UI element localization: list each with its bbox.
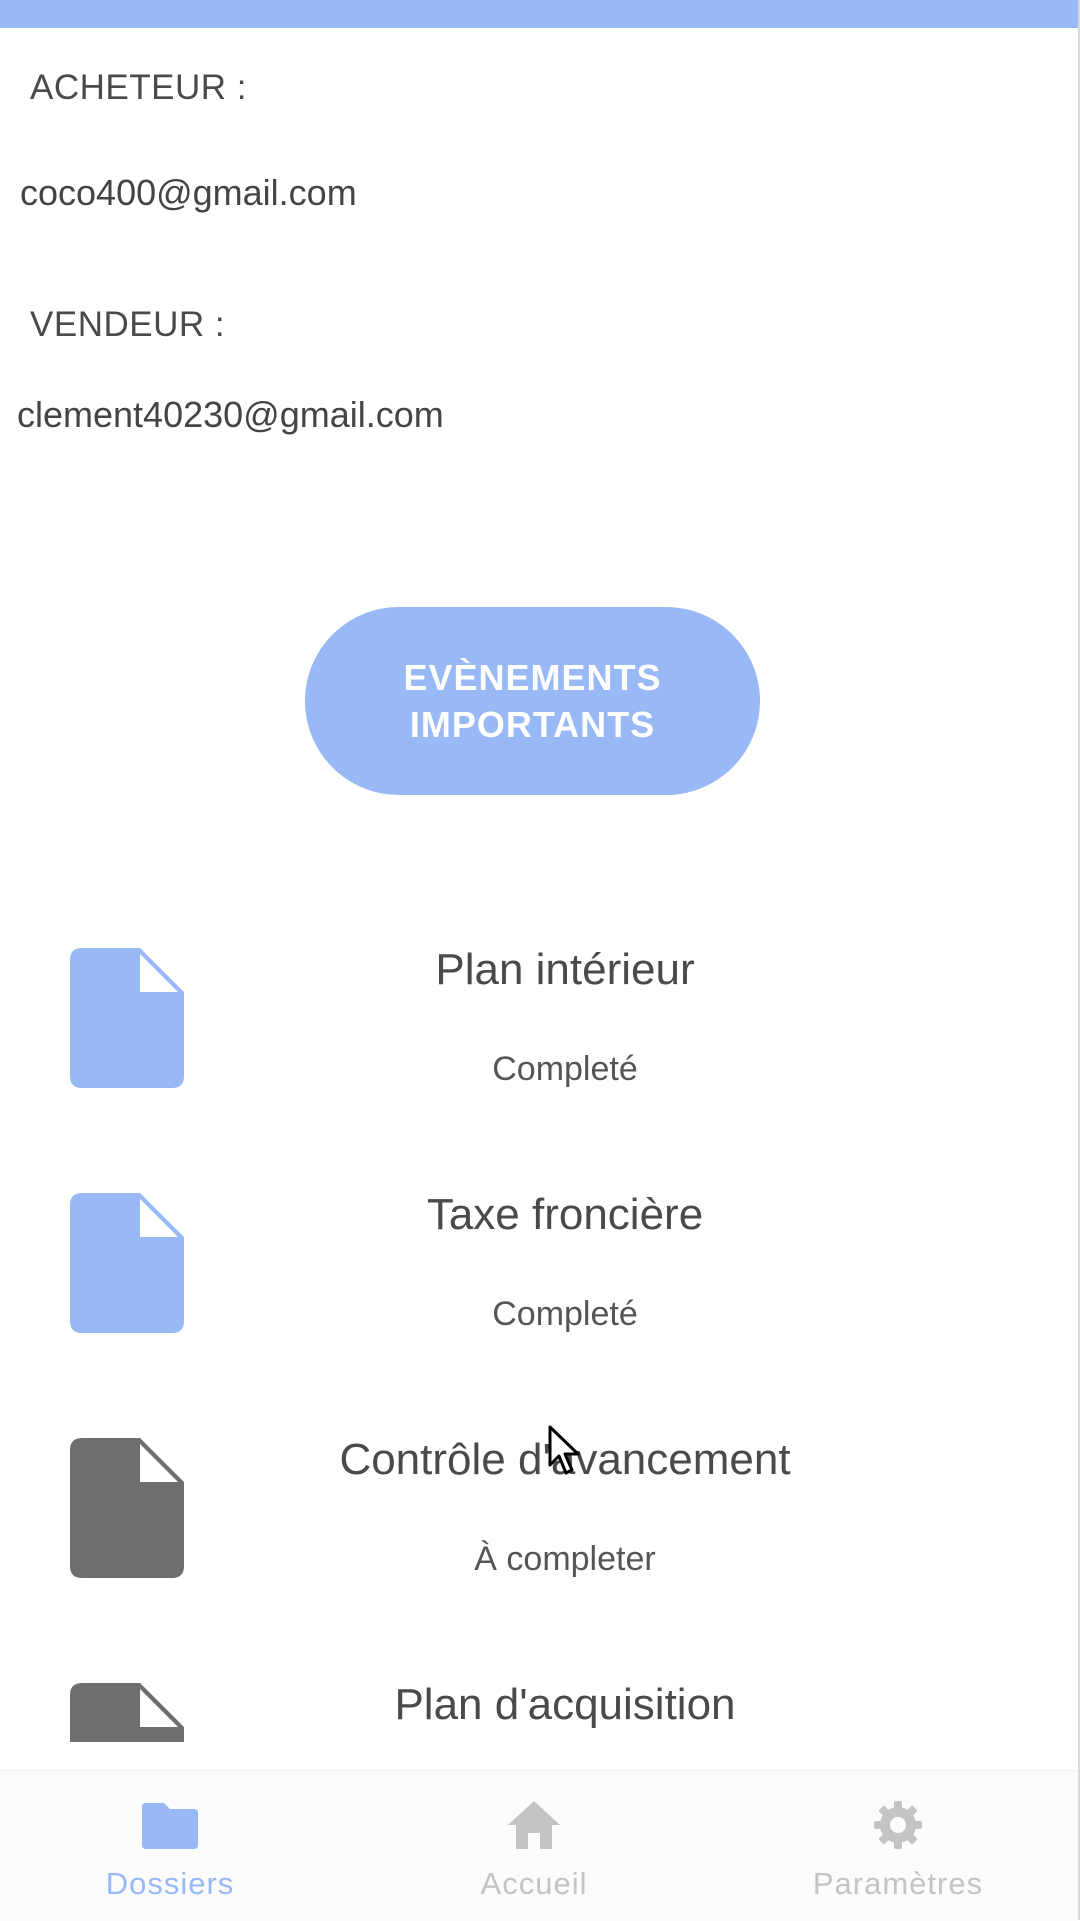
document-item[interactable]: Taxe froncière Completé <box>0 1175 1080 1420</box>
seller-email: clement40230@gmail.com <box>17 394 444 435</box>
document-title: Plan d'acquisition <box>394 1680 736 1729</box>
nav-label-parametres: Paramètres <box>812 1866 984 1901</box>
document-icon <box>70 1683 184 1742</box>
home-icon <box>508 1801 560 1849</box>
document-title: Plan intérieur <box>435 945 695 994</box>
bottom-navigation: Dossiers Accueil Paramètres <box>0 1770 1078 1921</box>
seller-label: VENDEUR : <box>30 305 226 344</box>
folder-icon <box>142 1803 198 1849</box>
document-status: À completer <box>474 1540 656 1578</box>
buyer-label: ACHETEUR : <box>30 68 247 107</box>
document-title: Taxe froncière <box>426 1190 704 1239</box>
gear-icon <box>874 1801 922 1849</box>
document-item[interactable]: Contrôle d'avancement À completer <box>0 1420 1080 1665</box>
nav-label-accueil: Accueil <box>480 1866 588 1901</box>
nav-item-parametres[interactable]: Paramètres <box>748 1771 1048 1921</box>
document-icon <box>70 1438 184 1578</box>
nav-item-accueil[interactable]: Accueil <box>384 1771 684 1921</box>
document-icon <box>70 948 184 1088</box>
nav-item-dossiers[interactable]: Dossiers <box>20 1771 320 1921</box>
document-item[interactable]: Plan d'acquisition <box>0 1665 1080 1742</box>
important-events-button[interactable]: EVÈNEMENTS IMPORTANTS <box>305 607 760 795</box>
document-item[interactable]: Plan intérieur Completé <box>0 930 1080 1175</box>
document-status: Completé <box>492 1050 638 1088</box>
document-status: Completé <box>492 1295 638 1333</box>
document-icon <box>70 1193 184 1333</box>
nav-label-dossiers: Dossiers <box>105 1866 235 1901</box>
top-app-bar <box>0 0 1078 28</box>
important-events-label: EVÈNEMENTS IMPORTANTS <box>403 657 662 745</box>
buyer-email: coco400@gmail.com <box>20 172 357 213</box>
mouse-cursor-icon <box>548 1425 580 1475</box>
document-list: Plan intérieur Completé Taxe froncière C… <box>0 930 1080 1742</box>
